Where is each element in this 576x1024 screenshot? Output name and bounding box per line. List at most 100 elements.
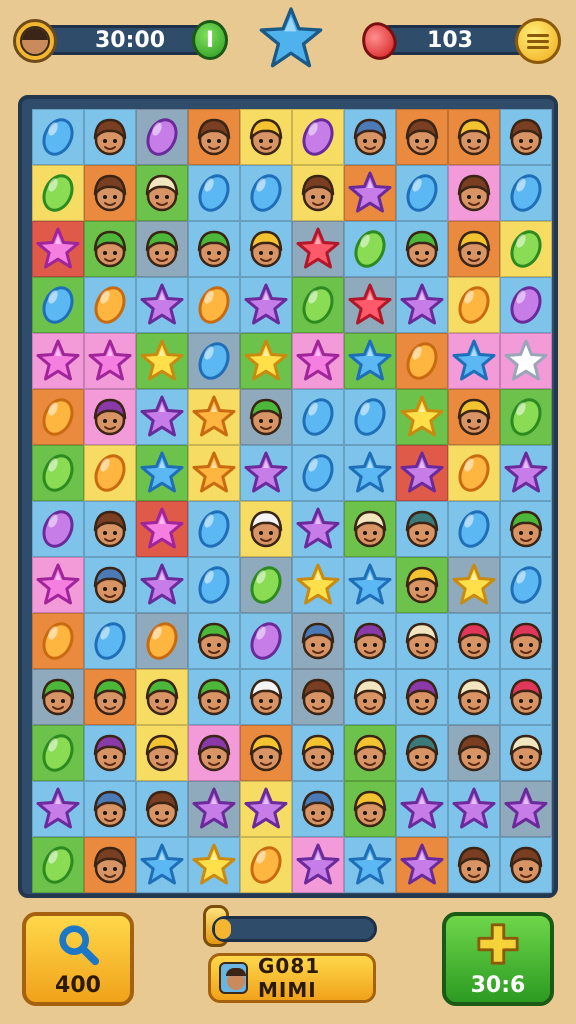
tile-bean[interactable] xyxy=(84,613,136,669)
tile-star[interactable] xyxy=(136,277,188,333)
tile-star[interactable] xyxy=(32,221,84,277)
tile-bean[interactable] xyxy=(32,277,84,333)
tile-bean[interactable] xyxy=(32,389,84,445)
tile-star[interactable] xyxy=(136,501,188,557)
tile-star[interactable] xyxy=(344,837,396,893)
menu-coin-button[interactable] xyxy=(515,18,561,64)
tile-bean[interactable] xyxy=(84,277,136,333)
tile-face[interactable] xyxy=(500,613,552,669)
tile-star[interactable] xyxy=(188,389,240,445)
tile-star[interactable] xyxy=(448,333,500,389)
tile-face[interactable] xyxy=(396,725,448,781)
tile-bean[interactable] xyxy=(32,613,84,669)
tile-bean[interactable] xyxy=(32,837,84,893)
tile-star[interactable] xyxy=(396,445,448,501)
tile-star[interactable] xyxy=(292,557,344,613)
search-booster-button[interactable]: 400 xyxy=(22,912,134,1006)
tile-face[interactable] xyxy=(84,501,136,557)
tile-star[interactable] xyxy=(448,557,500,613)
tile-face[interactable] xyxy=(396,221,448,277)
tile-face[interactable] xyxy=(344,669,396,725)
tile-bean[interactable] xyxy=(500,277,552,333)
tile-bean[interactable] xyxy=(292,445,344,501)
tile-bean[interactable] xyxy=(448,445,500,501)
tile-bean[interactable] xyxy=(344,221,396,277)
tile-face[interactable] xyxy=(344,613,396,669)
tile-star[interactable] xyxy=(240,333,292,389)
tile-star[interactable] xyxy=(136,389,188,445)
player-name-plate[interactable]: G081 MIMI xyxy=(208,953,376,1003)
tile-bean[interactable] xyxy=(240,165,292,221)
tile-bean[interactable] xyxy=(84,445,136,501)
tile-bean[interactable] xyxy=(188,557,240,613)
tile-bean[interactable] xyxy=(240,837,292,893)
tile-face[interactable] xyxy=(292,165,344,221)
tile-star[interactable] xyxy=(292,501,344,557)
tile-bean[interactable] xyxy=(292,109,344,165)
tile-star[interactable] xyxy=(136,557,188,613)
tile-bean[interactable] xyxy=(500,221,552,277)
tile-face[interactable] xyxy=(32,669,84,725)
tile-face[interactable] xyxy=(240,501,292,557)
tile-face[interactable] xyxy=(448,109,500,165)
tile-star[interactable] xyxy=(136,837,188,893)
tile-face[interactable] xyxy=(84,221,136,277)
tile-face[interactable] xyxy=(292,725,344,781)
tile-face[interactable] xyxy=(396,557,448,613)
tile-star[interactable] xyxy=(396,277,448,333)
tile-star[interactable] xyxy=(344,445,396,501)
tile-face[interactable] xyxy=(344,501,396,557)
tile-face[interactable] xyxy=(344,781,396,837)
tile-bean[interactable] xyxy=(240,613,292,669)
tile-face[interactable] xyxy=(84,725,136,781)
tile-star[interactable] xyxy=(188,837,240,893)
tile-bean[interactable] xyxy=(448,501,500,557)
tile-face[interactable] xyxy=(448,725,500,781)
tile-face[interactable] xyxy=(84,837,136,893)
add-moves-button[interactable]: 30:6 xyxy=(442,912,554,1006)
tile-face[interactable] xyxy=(448,165,500,221)
tile-star[interactable] xyxy=(344,165,396,221)
tile-face[interactable] xyxy=(500,669,552,725)
tile-face[interactable] xyxy=(396,613,448,669)
tile-star[interactable] xyxy=(448,781,500,837)
tile-star[interactable] xyxy=(500,333,552,389)
tile-star[interactable] xyxy=(292,333,344,389)
player-avatar-icon[interactable] xyxy=(13,19,57,63)
tile-face[interactable] xyxy=(136,725,188,781)
tile-star[interactable] xyxy=(84,333,136,389)
tile-face[interactable] xyxy=(396,669,448,725)
tile-bean[interactable] xyxy=(188,277,240,333)
tile-star[interactable] xyxy=(500,781,552,837)
tile-bean[interactable] xyxy=(500,389,552,445)
tile-star[interactable] xyxy=(344,557,396,613)
tile-star[interactable] xyxy=(240,445,292,501)
tile-star[interactable] xyxy=(240,277,292,333)
tile-star[interactable] xyxy=(396,389,448,445)
tile-bean[interactable] xyxy=(292,389,344,445)
tile-bean[interactable] xyxy=(136,613,188,669)
tile-star[interactable] xyxy=(32,333,84,389)
tile-star[interactable] xyxy=(188,781,240,837)
tile-bean[interactable] xyxy=(188,165,240,221)
tile-bean[interactable] xyxy=(500,557,552,613)
tile-bean[interactable] xyxy=(500,165,552,221)
tile-face[interactable] xyxy=(500,109,552,165)
tile-face[interactable] xyxy=(448,613,500,669)
tile-star[interactable] xyxy=(240,781,292,837)
tile-bean[interactable] xyxy=(188,333,240,389)
tile-face[interactable] xyxy=(448,221,500,277)
tile-face[interactable] xyxy=(188,669,240,725)
tile-bean[interactable] xyxy=(396,333,448,389)
tile-face[interactable] xyxy=(240,221,292,277)
tile-face[interactable] xyxy=(188,221,240,277)
tile-face[interactable] xyxy=(136,221,188,277)
tile-bean[interactable] xyxy=(32,165,84,221)
tile-face[interactable] xyxy=(84,109,136,165)
tile-bean[interactable] xyxy=(136,109,188,165)
tile-bean[interactable] xyxy=(32,501,84,557)
tile-face[interactable] xyxy=(84,165,136,221)
tile-face[interactable] xyxy=(84,781,136,837)
tile-star[interactable] xyxy=(188,445,240,501)
tile-face[interactable] xyxy=(344,725,396,781)
